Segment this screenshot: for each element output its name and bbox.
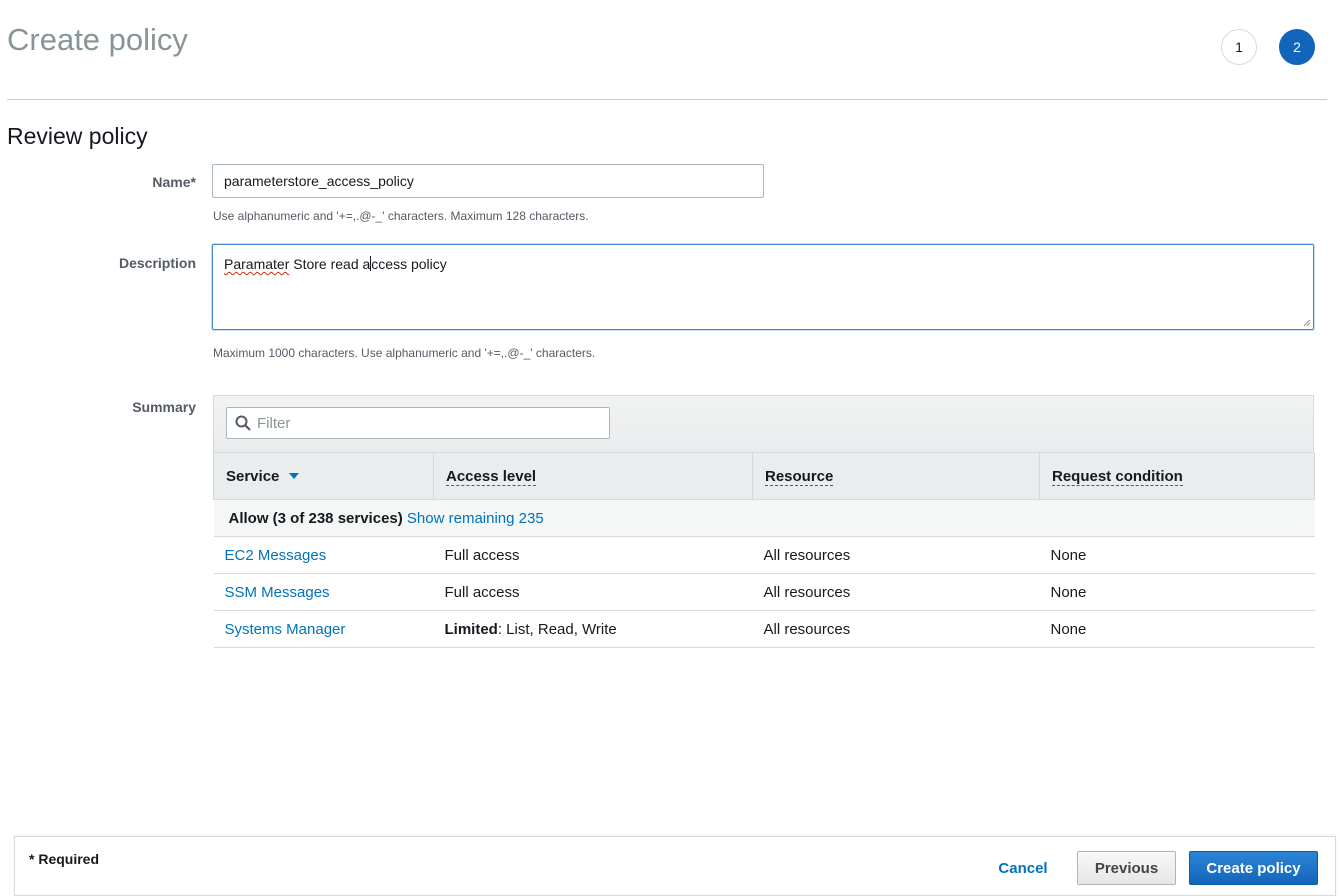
resource-cell: All resources xyxy=(752,573,1040,611)
filter-input[interactable]: Filter xyxy=(226,407,610,439)
access-level-cell: Full access xyxy=(433,536,753,574)
column-header-service[interactable]: Service xyxy=(213,452,434,500)
create-policy-button[interactable]: Create policy xyxy=(1189,851,1318,885)
divider xyxy=(7,99,1327,100)
step-1-indicator[interactable]: 1 xyxy=(1221,29,1257,65)
show-remaining-link[interactable]: Show remaining 235 xyxy=(407,510,544,527)
description-text-part: Store read a xyxy=(289,256,371,272)
name-label: Name* xyxy=(152,174,196,190)
sort-down-icon xyxy=(289,472,300,479)
access-level-cell: Limited: List, Read, Write xyxy=(433,610,753,648)
name-hint: Use alphanumeric and '+=,.@-_' character… xyxy=(213,209,589,223)
filter-placeholder: Filter xyxy=(257,414,291,432)
search-icon xyxy=(235,415,251,431)
filter-bar: Filter xyxy=(213,395,1314,452)
column-header-access-level[interactable]: Access level xyxy=(433,452,753,500)
step-2-indicator: 2 xyxy=(1279,29,1315,65)
access-level-detail: : List, Read, Write xyxy=(497,620,617,638)
access-level-bold: Limited xyxy=(444,620,498,638)
service-link[interactable]: SSM Messages xyxy=(213,573,434,611)
resource-cell: All resources xyxy=(752,610,1040,648)
allow-group-row: Allow (3 of 238 services) Show remaining… xyxy=(213,499,1315,537)
description-label: Description xyxy=(118,255,196,271)
misspelled-word: Paramater xyxy=(224,256,290,272)
previous-button[interactable]: Previous xyxy=(1077,851,1176,885)
section-title: Review policy xyxy=(7,123,148,149)
service-link[interactable]: Systems Manager xyxy=(213,610,434,648)
table-row: Systems Manager Limited: List, Read, Wri… xyxy=(213,610,1315,648)
policy-summary-table: Service Access level Resource Request co… xyxy=(213,452,1315,648)
condition-cell: None xyxy=(1039,573,1315,611)
name-input[interactable]: parameterstore_access_policy xyxy=(212,164,764,198)
condition-cell: None xyxy=(1039,536,1315,574)
resize-handle-icon[interactable] xyxy=(1303,319,1311,327)
service-link[interactable]: EC2 Messages xyxy=(213,536,434,574)
description-hint: Maximum 1000 characters. Use alphanumeri… xyxy=(213,346,596,360)
page-title: Create policy xyxy=(7,22,188,57)
resource-cell: All resources xyxy=(752,536,1040,574)
cancel-button[interactable]: Cancel xyxy=(985,851,1061,885)
summary-table: Filter Service Access level Resource Req… xyxy=(213,395,1315,648)
table-row: EC2 Messages Full access All resources N… xyxy=(213,536,1315,574)
description-text-part: ccess policy xyxy=(371,256,447,272)
access-level-cell: Full access xyxy=(433,573,753,611)
allow-label: Allow (3 of 238 services) xyxy=(228,509,403,527)
description-textarea[interactable]: Paramater Store read access policy xyxy=(212,244,1314,330)
footer-bar: * Required Cancel Previous Create policy xyxy=(14,836,1336,896)
column-header-resource[interactable]: Resource xyxy=(752,452,1040,500)
summary-label: Summary xyxy=(132,399,196,415)
column-header-request-condition[interactable]: Request condition xyxy=(1039,452,1315,500)
required-note: * Required xyxy=(29,851,100,867)
condition-cell: None xyxy=(1039,610,1315,648)
table-row: SSM Messages Full access All resources N… xyxy=(213,573,1315,611)
